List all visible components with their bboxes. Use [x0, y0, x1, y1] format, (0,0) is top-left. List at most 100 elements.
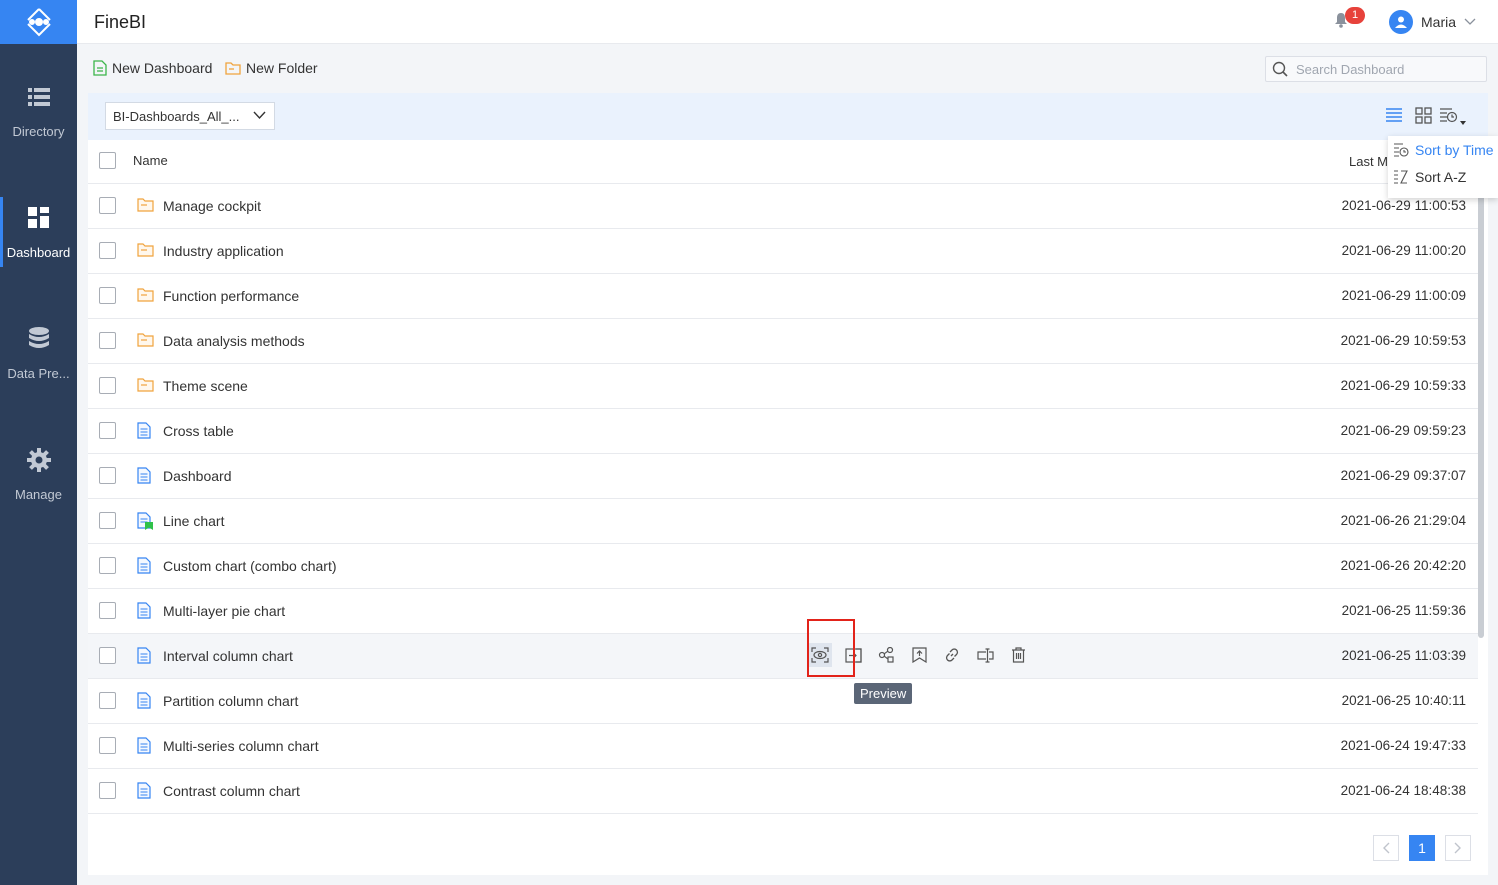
publish-icon [911, 647, 927, 663]
row-name[interactable]: Multi-series column chart [163, 738, 319, 754]
grid-view-button[interactable] [1415, 107, 1432, 127]
dashboard-file-icon [137, 557, 151, 574]
row-name[interactable]: Theme scene [163, 378, 248, 394]
next-page-button[interactable] [1445, 835, 1471, 861]
sidebar-item-data-prep[interactable]: Data Pre... [0, 322, 77, 412]
dashboard-file-icon [137, 422, 151, 439]
sidebar-item-label: Data Pre... [7, 366, 70, 381]
row-last-modified: 2021-06-25 11:59:36 [1341, 603, 1466, 618]
table-row[interactable]: Contrast column chart 2021-06-24 18:48:38 [88, 769, 1478, 814]
select-all-checkbox[interactable] [99, 152, 116, 169]
row-checkbox[interactable] [99, 332, 116, 349]
sort-time-icon [1394, 143, 1409, 157]
row-checkbox[interactable] [99, 602, 116, 619]
row-checkbox[interactable] [99, 512, 116, 529]
table-row[interactable]: Data analysis methods 2021-06-29 10:59:53 [88, 319, 1478, 364]
row-last-modified: 2021-06-29 11:00:09 [1341, 288, 1466, 303]
table-row[interactable]: Function performance 2021-06-29 11:00:09 [88, 274, 1478, 319]
table-row[interactable]: Dashboard 2021-06-29 09:37:07 [88, 454, 1478, 499]
page-number-button[interactable]: 1 [1409, 835, 1435, 861]
row-type-icon [137, 737, 151, 757]
search-box[interactable] [1265, 56, 1487, 82]
user-menu[interactable]: Maria [1389, 10, 1476, 34]
finebi-logo[interactable] [0, 0, 77, 44]
table-row[interactable]: Multi-series column chart 2021-06-24 19:4… [88, 724, 1478, 769]
app-title: FineBI [94, 12, 147, 32]
link-button[interactable] [942, 645, 962, 665]
table-row[interactable]: Line chart 2021-06-26 21:29:04 [88, 499, 1478, 544]
preview-icon [811, 647, 829, 663]
dashboard-file-icon [137, 782, 151, 799]
row-name[interactable]: Line chart [163, 513, 224, 529]
row-name[interactable]: Industry application [163, 243, 284, 259]
sidebar-item-manage[interactable]: Manage [0, 443, 77, 533]
rename-button[interactable] [975, 645, 995, 665]
row-checkbox[interactable] [99, 647, 116, 664]
sort-by-time-option[interactable]: Sort by Time [1393, 142, 1494, 158]
row-checkbox[interactable] [99, 242, 116, 259]
new-folder-button[interactable]: New Folder [225, 60, 318, 76]
row-last-modified: 2021-06-25 11:03:39 [1341, 648, 1466, 663]
move-button[interactable] [843, 645, 863, 665]
table-row[interactable]: Cross table 2021-06-29 09:59:23 [88, 409, 1478, 454]
row-name[interactable]: Data analysis methods [163, 333, 305, 349]
row-name[interactable]: Cross table [163, 423, 234, 439]
row-last-modified: 2021-06-26 21:29:04 [1340, 513, 1466, 528]
sort-button[interactable] [1439, 107, 1467, 130]
row-name[interactable]: Manage cockpit [163, 198, 261, 214]
row-type-icon [137, 242, 154, 260]
folder-select[interactable]: BI-Dashboards_All_... [105, 102, 275, 130]
row-name[interactable]: Interval column chart [163, 648, 293, 664]
row-action-bar [808, 643, 1028, 667]
row-name[interactable]: Contrast column chart [163, 783, 300, 799]
column-header-name[interactable]: Name [133, 153, 168, 168]
row-name[interactable]: Dashboard [163, 468, 232, 484]
row-name[interactable]: Function performance [163, 288, 299, 304]
search-input[interactable] [1296, 61, 1476, 77]
column-header-last-modified[interactable]: Last M [1349, 154, 1388, 169]
prev-page-button[interactable] [1373, 835, 1399, 861]
sort-a-z-option[interactable]: Sort A-Z [1393, 169, 1466, 185]
table-row[interactable]: Interval column chart 2021-06-25 11:03:39… [88, 619, 1478, 704]
sidebar-item-directory[interactable]: Directory [0, 80, 77, 170]
row-type-icon [137, 332, 154, 350]
share-button[interactable] [876, 645, 896, 665]
table-row[interactable]: Industry application 2021-06-29 11:00:20 [88, 229, 1478, 274]
toolbar: New Dashboard New Folder [77, 45, 1498, 93]
chevron-left-icon [1383, 842, 1390, 854]
folder-icon [137, 378, 154, 392]
row-last-modified: 2021-06-25 10:40:11 [1341, 693, 1466, 708]
row-checkbox[interactable] [99, 197, 116, 214]
scrollbar[interactable] [1478, 184, 1484, 638]
list-view-button[interactable] [1385, 107, 1403, 126]
table-row[interactable]: Manage cockpit 2021-06-29 11:00:53 [88, 184, 1478, 229]
row-checkbox[interactable] [99, 692, 116, 709]
row-name[interactable]: Partition column chart [163, 693, 298, 709]
sidebar-item-dashboard[interactable]: Dashboard [0, 197, 77, 291]
top-header: FineBI 1 Maria [77, 0, 1498, 44]
table-row[interactable]: Custom chart (combo chart) 2021-06-26 20:… [88, 544, 1478, 589]
publish-button[interactable] [909, 645, 929, 665]
row-checkbox[interactable] [99, 737, 116, 754]
table-row[interactable]: Partition column chart 2021-06-25 10:40:1… [88, 679, 1478, 724]
sort-by-time-label: Sort by Time [1415, 142, 1494, 158]
row-checkbox[interactable] [99, 557, 116, 574]
preview-button[interactable] [808, 643, 832, 667]
link-icon [945, 648, 959, 662]
row-name[interactable]: Custom chart (combo chart) [163, 558, 337, 574]
row-checkbox[interactable] [99, 377, 116, 394]
sort-a-z-label: Sort A-Z [1415, 169, 1467, 185]
row-last-modified: 2021-06-29 09:37:07 [1340, 468, 1466, 483]
table-row[interactable]: Theme scene 2021-06-29 10:59:33 [88, 364, 1478, 409]
dashboard-file-icon [137, 692, 151, 709]
row-checkbox[interactable] [99, 467, 116, 484]
delete-button[interactable] [1008, 645, 1028, 665]
sort-dropdown-menu: Sort by Time Sort A-Z [1388, 136, 1498, 198]
row-checkbox[interactable] [99, 422, 116, 439]
new-dashboard-button[interactable]: New Dashboard [93, 60, 212, 76]
row-name[interactable]: Multi-layer pie chart [163, 603, 285, 619]
grid-view-icon [1415, 107, 1432, 124]
row-checkbox[interactable] [99, 782, 116, 799]
row-checkbox[interactable] [99, 287, 116, 304]
table-row[interactable]: Multi-layer pie chart 2021-06-25 11:59:36 [88, 589, 1478, 634]
